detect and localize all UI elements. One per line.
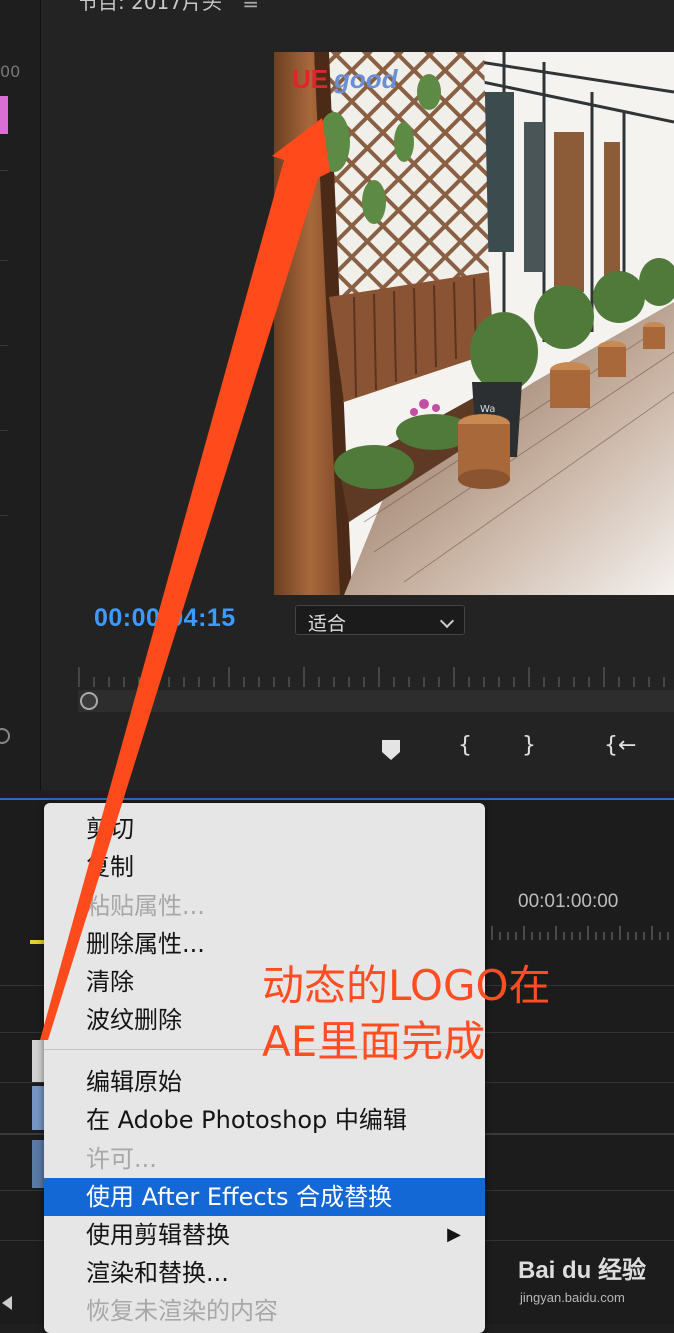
baidu-watermark-url: jingyan.baidu.com	[520, 1290, 625, 1305]
baidu-watermark: Bai du 经验	[518, 1257, 647, 1284]
annotation-arrow-icon	[40, 118, 330, 1040]
